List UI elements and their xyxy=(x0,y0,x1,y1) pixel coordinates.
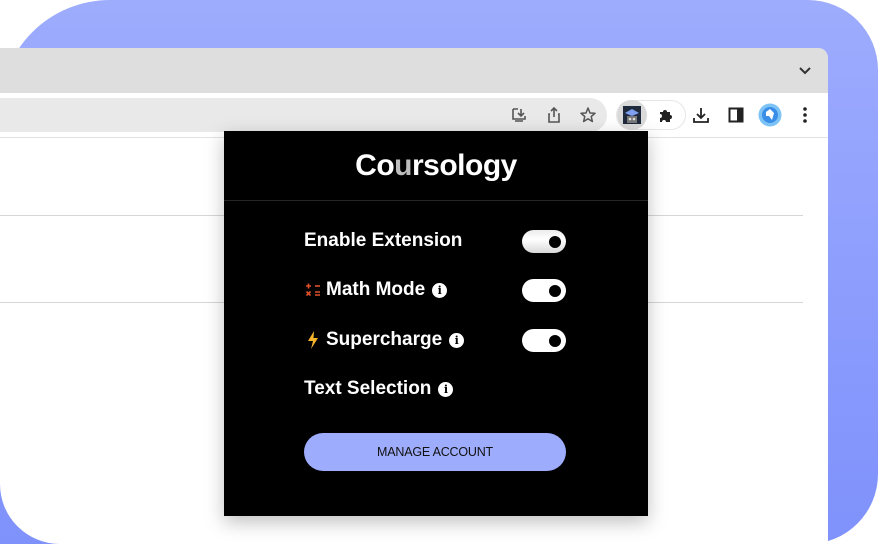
enable-extension-toggle[interactable] xyxy=(522,230,566,253)
side-panel-icon[interactable] xyxy=(724,103,748,127)
setting-text-selection: Text Selection i xyxy=(304,374,566,404)
extensions-puzzle-icon[interactable] xyxy=(654,103,678,127)
info-icon[interactable]: i xyxy=(449,332,465,348)
setting-supercharge: Supercharge i xyxy=(304,325,566,355)
install-app-icon[interactable] xyxy=(510,106,528,124)
extension-popup: Coursology Enable Extension Math Mode i … xyxy=(224,131,648,516)
info-icon[interactable]: i xyxy=(432,282,448,298)
setting-enable-extension: Enable Extension xyxy=(304,226,566,256)
coursology-logo: Coursology xyxy=(355,149,517,183)
toggle-knob xyxy=(549,236,561,248)
profile-avatar[interactable] xyxy=(758,103,782,127)
share-icon[interactable] xyxy=(545,106,563,124)
setting-math-mode: Math Mode i xyxy=(304,275,566,305)
toggle-knob xyxy=(549,335,561,347)
toggle-knob xyxy=(549,285,561,297)
setting-label: Supercharge xyxy=(326,329,443,350)
supercharge-toggle[interactable] xyxy=(522,329,566,352)
math-operators-icon xyxy=(304,281,322,299)
manage-account-button[interactable]: MANAGE ACCOUNT xyxy=(304,433,566,471)
math-mode-toggle[interactable] xyxy=(522,279,566,302)
setting-label: Text Selection xyxy=(304,378,432,399)
popup-header: Coursology xyxy=(224,131,648,201)
coursology-extension-icon[interactable] xyxy=(617,100,647,130)
more-menu-icon[interactable] xyxy=(793,103,817,127)
setting-label: Enable Extension xyxy=(304,230,463,251)
lightning-bolt-icon xyxy=(304,331,322,349)
info-icon[interactable]: i xyxy=(438,381,454,397)
bookmark-star-icon[interactable] xyxy=(579,106,597,124)
downloads-icon[interactable] xyxy=(689,103,713,127)
setting-label: Math Mode xyxy=(326,279,426,300)
logo-text-end: rsology xyxy=(411,148,517,182)
tab-strip xyxy=(0,48,828,93)
address-bar[interactable] xyxy=(0,98,607,132)
logo-text-accent: u xyxy=(394,148,412,182)
chevron-down-icon[interactable] xyxy=(798,64,812,78)
logo-text-start: Co xyxy=(355,148,395,182)
